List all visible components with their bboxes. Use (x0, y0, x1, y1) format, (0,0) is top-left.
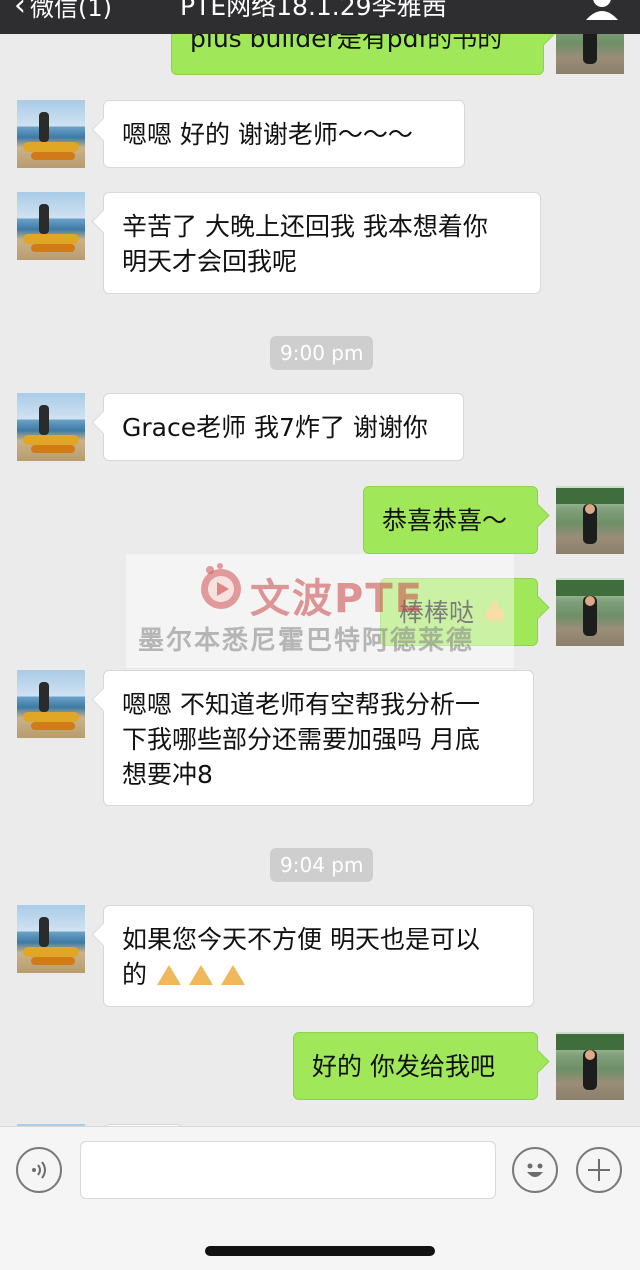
home-indicator[interactable] (205, 1246, 435, 1256)
message-text: 嗯嗯 好的 谢谢老师～～～ (122, 120, 413, 149)
incoming-message[interactable]: 嗯嗯 不知道老师有空帮我分析一 下我哪些部分还需要加强吗 月底 想要冲8 (103, 670, 534, 806)
message-line: 下我哪些部分还需要加强吗 月底 (122, 725, 480, 754)
timestamp: 9:04 pm (270, 848, 374, 882)
message-text: Grace老师 我7炸了 谢谢你 (122, 413, 428, 442)
emoji-button[interactable] (512, 1147, 558, 1193)
outgoing-message[interactable]: 好的 你发给我吧 (293, 1032, 538, 1100)
incoming-message[interactable]: Grace老师 我7炸了 谢谢你 (103, 393, 464, 461)
emoji-icon (527, 1163, 543, 1177)
incoming-message[interactable]: 嗯嗯 好的 谢谢老师～～～ (103, 100, 465, 168)
home-indicator-area (0, 1210, 640, 1270)
plus-button[interactable] (576, 1147, 622, 1193)
avatar[interactable] (17, 393, 85, 461)
message-line: 想要冲8 (122, 760, 213, 789)
nav-bar: ‹ 微信(1) PTE网络18.1.29李雅茜 (0, 0, 640, 34)
message-line: 明天才会回我呢 (122, 247, 298, 276)
watermark-cities: 墨尔本悉尼霍巴特阿德莱德 (138, 626, 475, 656)
avatar[interactable] (556, 486, 624, 554)
incoming-message[interactable]: 如果您今天不方便 明天也是可以 的 (103, 905, 534, 1007)
pray-emoji (156, 965, 245, 985)
back-button[interactable]: ‹ 微信(1) (14, 0, 112, 23)
timestamp: 9:00 pm (270, 336, 374, 370)
message-line: 辛苦了 大晚上还回我 我本想着你 (122, 212, 488, 241)
back-label: 微信(1) (30, 0, 112, 22)
avatar[interactable] (556, 1032, 624, 1100)
avatar[interactable] (556, 34, 624, 74)
play-logo-icon (201, 563, 241, 609)
chat-area[interactable]: plus builder是有pdf的书的 嗯嗯 好的 谢谢老师～～～ 辛苦了 大… (0, 34, 640, 1126)
input-bar (0, 1126, 640, 1211)
message-text: 好的 你发给我吧 (312, 1052, 495, 1081)
message-line: 嗯嗯 不知道老师有空帮我分析一 (122, 690, 480, 719)
outgoing-message[interactable]: plus builder是有pdf的书的 (171, 34, 544, 75)
watermark-brand: 文波PTE (250, 576, 424, 622)
plus-icon (588, 1159, 610, 1181)
incoming-message[interactable]: 辛苦了 大晚上还回我 我本想着你 明天才会回我呢 (103, 192, 541, 294)
message-input[interactable] (80, 1141, 496, 1199)
outgoing-message[interactable]: 恭喜恭喜～ (363, 486, 538, 554)
avatar[interactable] (17, 100, 85, 168)
chevron-left-icon: ‹ (14, 0, 26, 23)
avatar[interactable] (17, 905, 85, 973)
person-icon[interactable] (584, 0, 620, 20)
chat-title: PTE网络18.1.29李雅茜 (180, 0, 447, 21)
avatar[interactable] (556, 578, 624, 646)
watermark: 文波PTE 墨尔本悉尼霍巴特阿德莱德 (126, 554, 514, 668)
avatar[interactable] (17, 670, 85, 738)
avatar[interactable] (17, 192, 85, 260)
message-line: 如果您今天不方便 明天也是可以 (122, 925, 480, 954)
voice-icon (32, 1161, 46, 1179)
message-text: 恭喜恭喜～ (382, 506, 508, 535)
voice-button[interactable] (16, 1147, 62, 1193)
message-text: plus builder是有pdf的书的 (190, 34, 503, 53)
message-line: 的 (122, 960, 148, 989)
